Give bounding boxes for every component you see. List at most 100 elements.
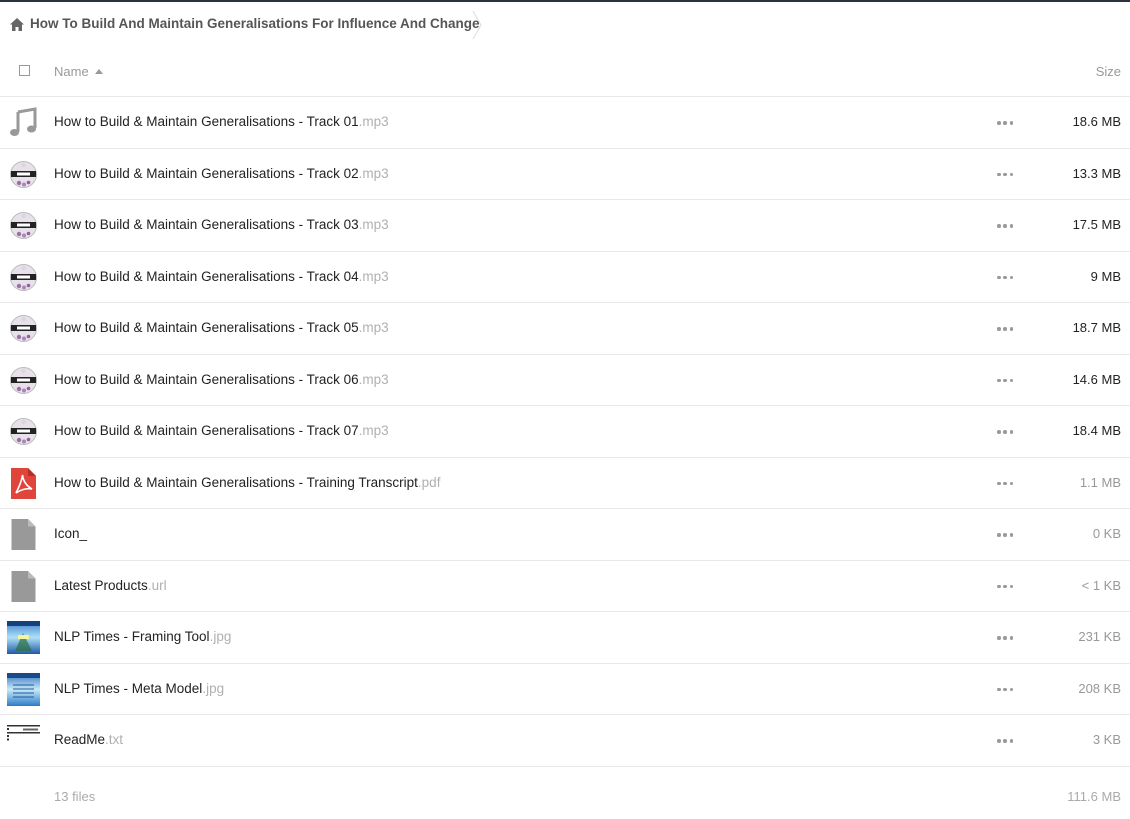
file-name-link[interactable]: NLP Times - Framing Tool.jpg	[54, 629, 231, 644]
album-thumbnail-icon[interactable]	[7, 209, 40, 242]
file-extension: .mp3	[358, 371, 389, 387]
more-options-icon[interactable]	[997, 327, 1013, 331]
file-count: 13 files	[54, 789, 96, 804]
file-row[interactable]: How to Build & Maintain Generalisations …	[0, 303, 1130, 355]
file-basename: How to Build & Maintain Generalisations …	[54, 268, 359, 284]
file-basename: How to Build & Maintain Generalisations …	[54, 423, 359, 438]
more-options-icon[interactable]	[997, 481, 1013, 486]
file-extension: .mp3	[358, 268, 389, 284]
file-name-link[interactable]: Latest Products.url	[54, 578, 167, 593]
file-basename: NLP Times - Meta Model	[54, 680, 203, 696]
file-row[interactable]: How to Build & Maintain Generalisations …	[0, 149, 1130, 200]
file-extension: .mp3	[358, 217, 389, 232]
name-column-header[interactable]: Name	[54, 64, 103, 79]
file-basename: Latest Products	[54, 577, 148, 593]
breadcrumb: How To Build And Maintain Generalisation…	[0, 2, 1130, 46]
file-icon[interactable]	[7, 518, 40, 551]
album-thumbnail-icon[interactable]	[7, 415, 40, 448]
file-extension: .mp3	[358, 114, 389, 129]
file-name-link[interactable]: How to Build & Maintain Generalisations …	[54, 320, 389, 335]
more-options-icon[interactable]	[997, 584, 1013, 589]
file-row[interactable]: NLP Times - Framing Tool.jpg 231 KB	[0, 612, 1130, 664]
file-extension: .mp3	[358, 320, 389, 335]
size-column-header[interactable]: Size	[1096, 64, 1121, 79]
file-basename: ReadMe	[54, 732, 106, 747]
text-thumbnail-icon[interactable]	[7, 724, 40, 757]
file-size: 208 KB	[1078, 680, 1121, 696]
file-name-link[interactable]: How to Build & Maintain Generalisations …	[54, 217, 389, 232]
file-name-link[interactable]: Icon_	[54, 526, 87, 541]
file-row[interactable]: How to Build & Maintain Generalisations …	[0, 355, 1130, 406]
file-basename: How to Build & Maintain Generalisations …	[54, 371, 359, 387]
file-size: 18.6 MB	[1072, 114, 1121, 129]
file-size: 13.3 MB	[1072, 165, 1121, 181]
more-options-icon[interactable]	[997, 275, 1013, 280]
more-options-icon[interactable]	[997, 687, 1013, 692]
file-size: 14.6 MB	[1072, 371, 1121, 387]
file-size: 231 KB	[1078, 629, 1121, 644]
more-options-icon[interactable]	[997, 739, 1013, 743]
image-thumbnail-meta-icon[interactable]	[7, 672, 40, 706]
file-extension: .jpg	[202, 680, 225, 696]
file-basename: Icon_	[54, 526, 88, 541]
file-name-link[interactable]: How to Build & Maintain Generalisations …	[54, 269, 389, 284]
file-icon[interactable]	[7, 570, 40, 603]
file-extension: .jpg	[209, 629, 232, 644]
pdf-icon[interactable]	[7, 467, 40, 500]
more-options-icon[interactable]	[997, 378, 1013, 383]
more-options-icon[interactable]	[997, 430, 1013, 434]
more-options-icon[interactable]	[997, 121, 1013, 125]
file-extension: .mp3	[358, 423, 389, 438]
file-row[interactable]: How to Build & Maintain Generalisations …	[0, 200, 1130, 252]
file-basename: How to Build & Maintain Generalisations …	[54, 217, 359, 232]
file-name-link[interactable]: How to Build & Maintain Generalisations …	[54, 475, 440, 490]
file-extension: .mp3	[358, 165, 389, 181]
file-extension: .url	[147, 577, 167, 593]
file-size: 1.1 MB	[1079, 474, 1121, 490]
file-extension: .txt	[105, 732, 124, 747]
file-extension: .pdf	[417, 474, 441, 490]
more-options-icon[interactable]	[997, 636, 1013, 640]
more-options-icon[interactable]	[997, 224, 1013, 228]
album-thumbnail-icon[interactable]	[7, 312, 40, 345]
album-thumbnail-icon[interactable]	[7, 157, 40, 191]
file-size: < 1 KB	[1081, 577, 1121, 593]
file-row[interactable]: How to Build & Maintain Generalisations …	[0, 406, 1130, 458]
file-basename: NLP Times - Framing Tool	[54, 629, 210, 644]
more-options-icon[interactable]	[997, 533, 1013, 537]
file-size: 0 KB	[1092, 526, 1121, 541]
file-name-link[interactable]: ReadMe.txt	[54, 732, 123, 747]
home-icon[interactable]	[9, 17, 25, 32]
music-note-icon[interactable]	[7, 106, 40, 139]
album-thumbnail-icon[interactable]	[7, 260, 40, 294]
file-row[interactable]: NLP Times - Meta Model.jpg 208 KB	[0, 664, 1130, 715]
file-basename: How to Build & Maintain Generalisations …	[54, 474, 418, 490]
file-size: 18.7 MB	[1072, 320, 1121, 335]
album-thumbnail-icon[interactable]	[7, 363, 40, 397]
file-name-link[interactable]: How to Build & Maintain Generalisations …	[54, 423, 389, 438]
file-row[interactable]: How to Build & Maintain Generalisations …	[0, 458, 1130, 509]
select-all-checkbox[interactable]	[19, 65, 30, 76]
total-size: 111.6 MB	[1067, 789, 1121, 804]
file-row[interactable]: ReadMe.txt 3 KB	[0, 715, 1130, 767]
file-name-link[interactable]: NLP Times - Meta Model.jpg	[54, 681, 224, 696]
breadcrumb-separator-icon	[471, 10, 483, 40]
file-basename: How to Build & Maintain Generalisations …	[54, 165, 359, 181]
file-row[interactable]: How to Build & Maintain Generalisations …	[0, 97, 1130, 149]
file-name-link[interactable]: How to Build & Maintain Generalisations …	[54, 372, 389, 387]
file-list: How to Build & Maintain Generalisations …	[0, 97, 1130, 767]
file-row[interactable]: How to Build & Maintain Generalisations …	[0, 252, 1130, 303]
file-name-link[interactable]: How to Build & Maintain Generalisations …	[54, 166, 389, 181]
file-list-header: Name Size	[0, 46, 1130, 97]
breadcrumb-folder[interactable]: How To Build And Maintain Generalisation…	[30, 16, 480, 31]
file-row[interactable]: Latest Products.url < 1 KB	[0, 561, 1130, 612]
file-size: 9 MB	[1090, 268, 1121, 284]
file-size: 17.5 MB	[1072, 217, 1121, 232]
file-basename: How to Build & Maintain Generalisations …	[54, 320, 359, 335]
file-name-link[interactable]: How to Build & Maintain Generalisations …	[54, 114, 389, 129]
more-options-icon[interactable]	[997, 172, 1013, 177]
file-list-summary: 13 files 111.6 MB	[0, 789, 1130, 809]
file-size: 18.4 MB	[1072, 423, 1121, 438]
image-thumbnail-framing-icon[interactable]	[7, 621, 40, 654]
file-row[interactable]: Icon_ 0 KB	[0, 509, 1130, 561]
